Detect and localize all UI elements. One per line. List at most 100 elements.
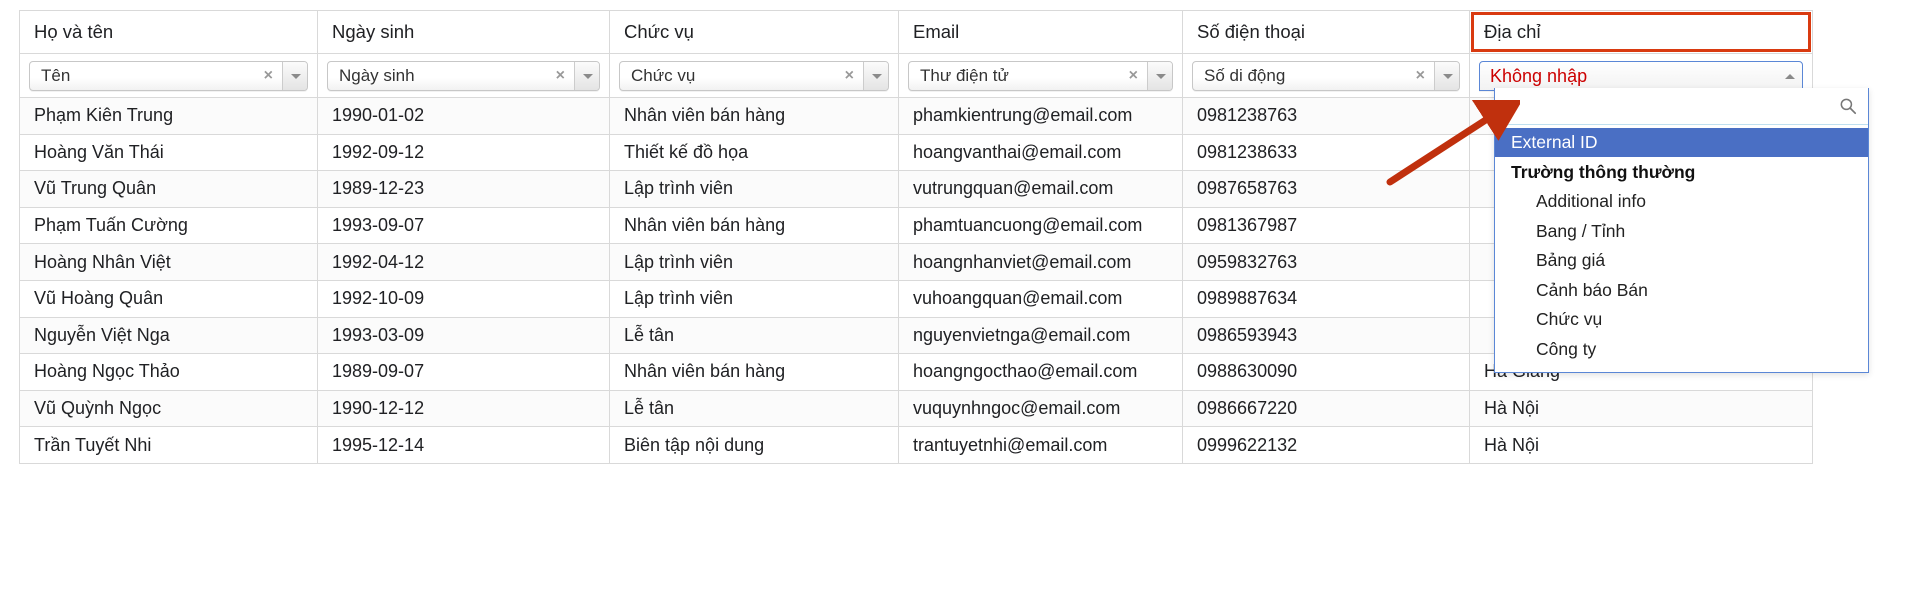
cell-name: Vũ Hoàng Quân <box>19 279 318 318</box>
cell-email: vuquynhngoc@email.com <box>898 389 1183 428</box>
cell-dob: 1992-10-09 <box>317 279 610 318</box>
cell-dob: 1989-09-07 <box>317 353 610 391</box>
cell-email: trantuyetnhi@email.com <box>898 426 1183 464</box>
cell-email: vuhoangquan@email.com <box>898 279 1183 318</box>
column-header-dob: Ngày sinh <box>317 10 610 54</box>
dropdown-group-options: Additional info Bang / Tỉnh Bảng giá Cảnh b… <box>1495 187 1868 364</box>
dropdown-group-label: Trường thông thường <box>1511 162 1696 182</box>
table-row: Trần Tuyết Nhi 1995-12-14 Biên tập nội dun… <box>19 426 1813 464</box>
field-select-job-value: Chức vụ <box>631 65 696 85</box>
cell-job: Lễ tân <box>609 316 899 355</box>
cell-phone: 0981238763 <box>1182 97 1470 135</box>
cell-phone: 0959832763 <box>1182 243 1470 281</box>
dropdown-option[interactable]: Bang / Tỉnh <box>1495 217 1868 247</box>
cell-dob: 1992-09-12 <box>317 133 610 172</box>
dropdown-search-input[interactable] <box>1504 92 1824 120</box>
cell-job: Lập trình viên <box>609 170 899 208</box>
field-select-name[interactable]: Tên × <box>29 60 308 91</box>
cell-email: hoangnhanviet@email.com <box>898 243 1183 281</box>
cell-dob: 1993-09-07 <box>317 206 610 245</box>
clear-icon[interactable]: × <box>1416 62 1425 90</box>
field-select-address-value: Không nhập <box>1490 65 1588 86</box>
mapping-cell-name: Tên × <box>19 53 318 98</box>
cell-email: phamkientrung@email.com <box>898 97 1183 135</box>
cell-email: nguyenvietnga@email.com <box>898 316 1183 355</box>
cell-name: Hoàng Nhân Việt <box>19 243 318 281</box>
cell-phone: 0986667220 <box>1182 389 1470 428</box>
chevron-down-icon[interactable] <box>574 61 599 90</box>
cell-email: hoangngocthao@email.com <box>898 353 1183 391</box>
column-header-name: Họ và tên <box>19 10 318 54</box>
cell-dob: 1989-12-23 <box>317 170 610 208</box>
cell-name: Vũ Trung Quân <box>19 170 318 208</box>
cell-job: Thiết kế đồ họa <box>609 133 899 172</box>
cell-name: Trần Tuyết Nhi <box>19 426 318 464</box>
dropdown-option[interactable]: Bảng giá <box>1495 246 1868 276</box>
cell-name: Hoàng Văn Thái <box>19 133 318 172</box>
cell-email: hoangvanthai@email.com <box>898 133 1183 172</box>
table-row: Vũ Quỳnh Ngọc 1990-12-12 Lễ tân vuquynhngoc… <box>19 389 1813 428</box>
chevron-down-icon[interactable] <box>1434 61 1459 90</box>
dropdown-option[interactable]: Công ty <box>1495 335 1868 365</box>
field-select-dob-value: Ngày sinh <box>339 65 415 85</box>
chevron-down-icon[interactable] <box>282 61 307 90</box>
dropdown-option[interactable]: Additional info <box>1495 187 1868 217</box>
chevron-down-icon[interactable] <box>863 61 888 90</box>
cell-phone: 0987658763 <box>1182 170 1470 208</box>
column-header-phone: Số điện thoại <box>1182 10 1470 54</box>
cell-phone: 0981367987 <box>1182 206 1470 245</box>
column-header-address: Địa chỉ <box>1469 10 1813 54</box>
cell-job: Lập trình viên <box>609 243 899 281</box>
chevron-down-icon[interactable] <box>1147 61 1172 90</box>
field-select-dropdown-panel[interactable]: External ID Trường thông thường Addition… <box>1494 88 1869 373</box>
cell-dob: 1992-04-12 <box>317 243 610 281</box>
cell-address: Hà Nội <box>1469 426 1813 464</box>
table-header-row: Họ và tên Ngày sinh Chức vụ Email Số điệ… <box>19 10 1813 54</box>
cell-phone: 0981238633 <box>1182 133 1470 172</box>
clear-icon[interactable]: × <box>845 62 854 90</box>
dropdown-bottom-spacer <box>1495 364 1868 372</box>
dropdown-option-external-id[interactable]: External ID <box>1495 128 1868 157</box>
dropdown-option[interactable]: Cảnh báo Bán <box>1495 276 1868 306</box>
cell-phone: 0989887634 <box>1182 279 1470 318</box>
dropdown-option[interactable]: Chức vụ <box>1495 305 1868 335</box>
cell-name: Hoàng Ngọc Thảo <box>19 353 318 391</box>
cell-dob: 1990-12-12 <box>317 389 610 428</box>
field-select-name-value: Tên <box>41 65 71 85</box>
cell-name: Phạm Tuấn Cường <box>19 206 318 245</box>
clear-icon[interactable]: × <box>556 62 565 90</box>
column-header-job: Chức vụ <box>609 10 899 54</box>
cell-dob: 1995-12-14 <box>317 426 610 464</box>
cell-job: Lễ tân <box>609 389 899 428</box>
cell-name: Nguyễn Việt Nga <box>19 316 318 355</box>
cell-job: Lập trình viên <box>609 279 899 318</box>
screen-root: Họ và tên Ngày sinh Chức vụ Email Số điệ… <box>0 0 1920 597</box>
field-select-address[interactable]: Không nhập <box>1479 60 1803 91</box>
mapping-cell-email: Thư điện tử × <box>898 53 1183 98</box>
dropdown-search-row[interactable] <box>1495 88 1868 125</box>
field-select-phone[interactable]: Số di động × <box>1192 60 1460 91</box>
clear-icon[interactable]: × <box>264 62 273 90</box>
chevron-up-icon[interactable] <box>1777 62 1802 90</box>
cell-dob: 1990-01-02 <box>317 97 610 135</box>
cell-name: Phạm Kiên Trung <box>19 97 318 135</box>
mapping-cell-job: Chức vụ × <box>609 53 899 98</box>
field-select-dob[interactable]: Ngày sinh × <box>327 60 600 91</box>
search-icon <box>1840 98 1857 115</box>
field-select-email-value: Thư điện tử <box>920 65 1009 85</box>
mapping-cell-dob: Ngày sinh × <box>317 53 610 98</box>
cell-email: phamtuancuong@email.com <box>898 206 1183 245</box>
cell-job: Nhân viên bán hàng <box>609 97 899 135</box>
cell-phone: 0999622132 <box>1182 426 1470 464</box>
cell-phone: 0986593943 <box>1182 316 1470 355</box>
cell-dob: 1993-03-09 <box>317 316 610 355</box>
column-header-email: Email <box>898 10 1183 54</box>
cell-job: Biên tập nội dung <box>609 426 899 464</box>
cell-job: Nhân viên bán hàng <box>609 353 899 391</box>
dropdown-option-list: External ID Trường thông thường <box>1495 128 1868 187</box>
field-select-email[interactable]: Thư điện tử × <box>908 60 1173 91</box>
cell-name: Vũ Quỳnh Ngọc <box>19 389 318 428</box>
clear-icon[interactable]: × <box>1129 62 1138 90</box>
cell-job: Nhân viên bán hàng <box>609 206 899 245</box>
field-select-job[interactable]: Chức vụ × <box>619 60 889 91</box>
